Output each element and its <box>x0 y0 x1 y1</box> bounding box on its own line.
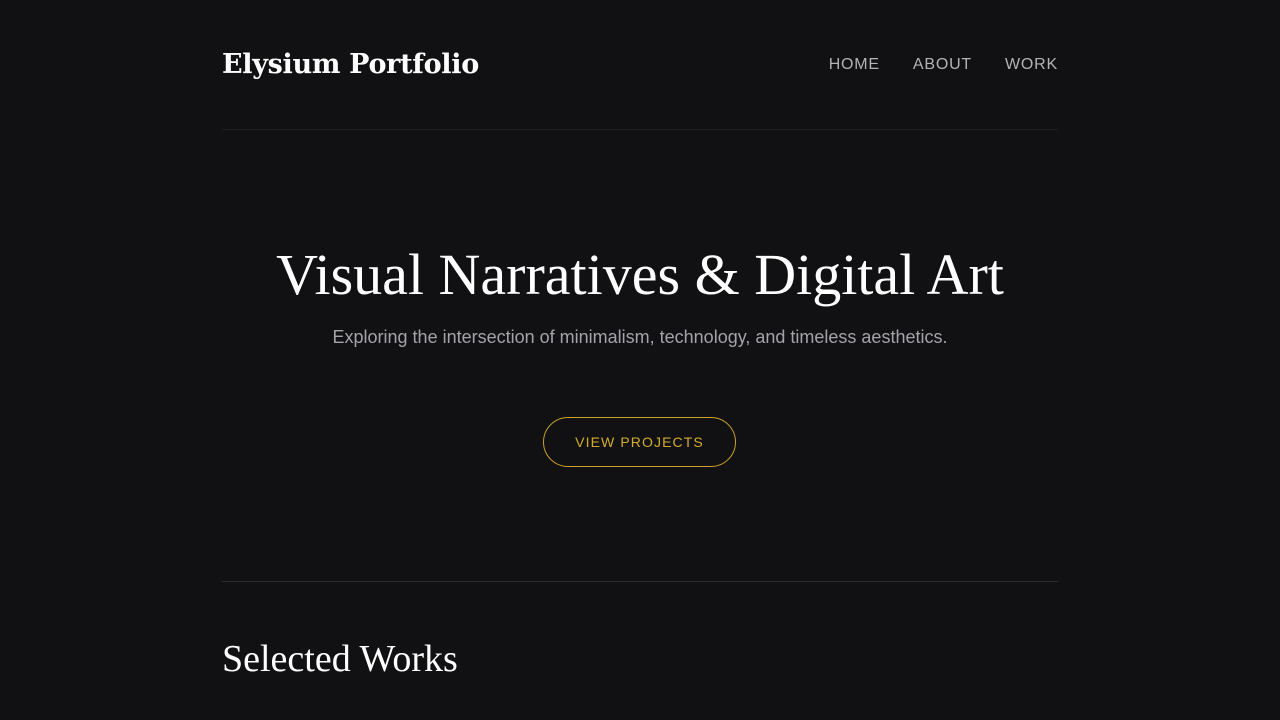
nav-link-work[interactable]: WORK <box>1005 54 1058 76</box>
selected-works-heading: Selected Works <box>222 638 458 680</box>
page-container: Elysium Portfolio HOME ABOUT WORK Visual… <box>222 0 1058 720</box>
hero-section <box>222 130 1058 582</box>
nav-link-home[interactable]: HOME <box>829 54 880 76</box>
site-header: Elysium Portfolio HOME ABOUT WORK <box>222 0 1058 130</box>
brand-logo[interactable]: Elysium Portfolio <box>222 46 479 84</box>
view-projects-button[interactable]: VIEW PROJECTS <box>543 417 736 467</box>
nav-link-about[interactable]: ABOUT <box>913 54 972 76</box>
main-nav: HOME ABOUT WORK <box>829 54 1058 76</box>
hero-subtitle: Exploring the intersection of minimalism… <box>332 327 948 347</box>
hero-title: Visual Narratives & Digital Art <box>276 242 1004 307</box>
